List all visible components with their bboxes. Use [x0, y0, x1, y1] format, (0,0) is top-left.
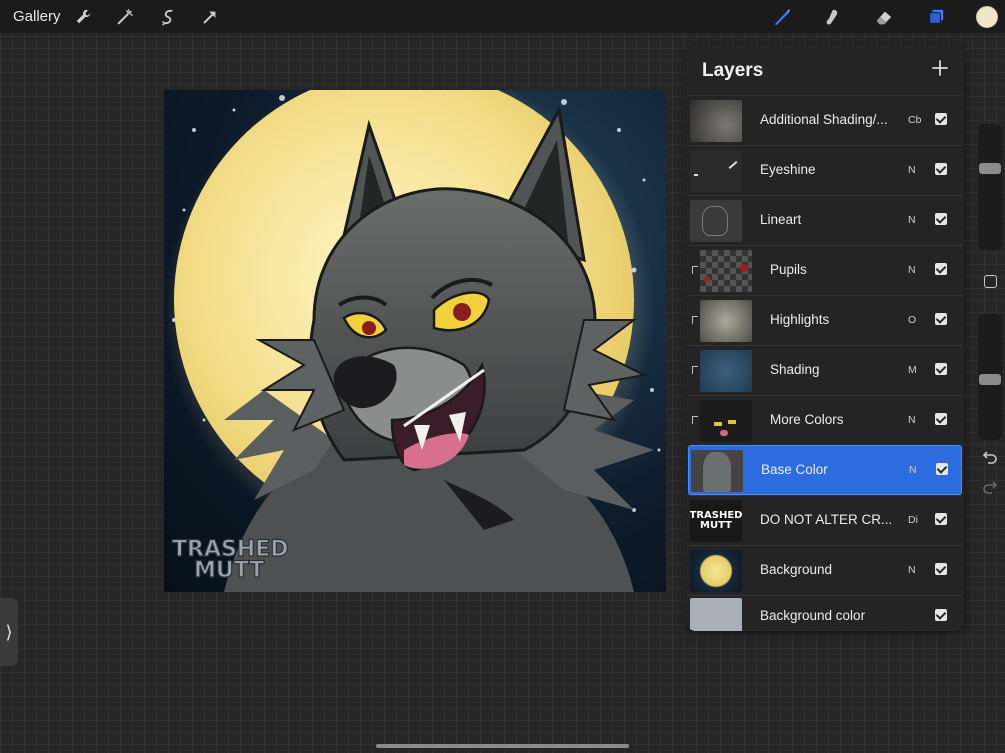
blend-mode-button[interactable]: M — [908, 364, 917, 376]
layer-thumbnail[interactable] — [690, 200, 742, 242]
eraser-icon — [876, 11, 892, 25]
brush-size-slider[interactable] — [978, 124, 1002, 250]
layer-row[interactable]: More Colors N — [688, 395, 962, 445]
blend-mode-button[interactable]: N — [908, 214, 916, 226]
layer-thumbnail[interactable] — [691, 450, 743, 492]
add-layer-icon[interactable] — [929, 57, 951, 79]
layer-thumbnail[interactable] — [700, 300, 752, 342]
smudge-tool-button[interactable] — [819, 4, 845, 30]
eraser-tool-button[interactable] — [871, 4, 897, 30]
layer-visibility-checkbox[interactable] — [935, 163, 947, 175]
brush-sidebar — [976, 124, 1004, 504]
layer-row[interactable]: Pupils N — [688, 245, 962, 295]
brush-icon — [774, 8, 791, 26]
layers-icon — [929, 9, 944, 24]
layer-name: Background — [760, 562, 833, 577]
blend-mode-button[interactable]: Cb — [908, 114, 921, 126]
color-picker-button[interactable] — [976, 6, 998, 28]
layers-panel: Layers Additional Shading/... Cb Eyeshine N… — [686, 45, 964, 631]
actions-button[interactable] — [70, 4, 96, 30]
layer-visibility-checkbox[interactable] — [935, 513, 947, 525]
watermark-text: MUTT — [194, 558, 264, 583]
canvas-artwork[interactable]: TRASHED MUTT — [164, 90, 666, 592]
layer-visibility-checkbox[interactable] — [935, 413, 947, 425]
blend-mode-button[interactable]: N — [908, 564, 916, 576]
layer-name: More Colors — [770, 412, 844, 427]
top-toolbar: Gallery — [0, 0, 1005, 33]
layer-thumbnail[interactable] — [690, 598, 742, 631]
layer-row[interactable]: Additional Shading/... Cb — [688, 95, 962, 145]
clipping-mask-icon — [692, 266, 698, 274]
layers-tool-button[interactable] — [923, 4, 949, 30]
layer-row[interactable]: Highlights O — [688, 295, 962, 345]
chevron-right-icon: ⟩ — [5, 621, 13, 642]
home-indicator[interactable] — [376, 744, 629, 748]
layer-row[interactable]: Lineart N — [688, 195, 962, 245]
wrench-icon — [76, 9, 91, 24]
layer-thumbnail[interactable] — [700, 250, 752, 292]
brush-opacity-slider[interactable] — [978, 314, 1002, 440]
blend-mode-button[interactable]: N — [908, 264, 916, 276]
layer-row[interactable]: Base Color N — [688, 445, 962, 495]
clipping-mask-icon — [692, 416, 698, 424]
layer-visibility-checkbox[interactable] — [935, 313, 947, 325]
eyedropper-button[interactable] — [984, 275, 997, 288]
brush-opacity-knob[interactable] — [979, 374, 1001, 385]
layer-name: Additional Shading/... — [760, 112, 888, 127]
layer-visibility-checkbox[interactable] — [935, 113, 947, 125]
blend-mode-button[interactable]: N — [908, 164, 916, 176]
layer-visibility-checkbox[interactable] — [936, 463, 948, 475]
smudge-icon — [826, 9, 838, 25]
layer-name: Pupils — [770, 262, 807, 277]
magic-wand-icon — [117, 9, 133, 25]
selection-icon — [162, 9, 173, 26]
layer-thumbnail[interactable] — [690, 150, 742, 192]
blend-mode-button[interactable]: Di — [908, 514, 918, 526]
layer-visibility-checkbox[interactable] — [935, 213, 947, 225]
layer-visibility-checkbox[interactable] — [935, 563, 947, 575]
layer-visibility-checkbox[interactable] — [935, 363, 947, 375]
gallery-button[interactable]: Gallery — [13, 8, 61, 25]
brush-tool-button[interactable] — [769, 4, 795, 30]
transform-icon — [203, 11, 216, 24]
layer-thumbnail[interactable] — [700, 400, 752, 442]
layer-visibility-checkbox[interactable] — [935, 263, 947, 275]
sidebar-toggle[interactable]: ⟩ — [0, 598, 18, 666]
layer-row[interactable]: Eyeshine N — [688, 145, 962, 195]
layer-name: Lineart — [760, 212, 802, 227]
adjustments-button[interactable] — [112, 4, 138, 30]
undo-icon[interactable] — [982, 448, 998, 464]
layer-thumbnail[interactable] — [690, 100, 742, 142]
layer-name: Highlights — [770, 312, 830, 327]
redo-icon[interactable] — [982, 478, 998, 494]
layer-name: Background color — [760, 608, 866, 623]
layer-name: DO NOT ALTER CR... — [760, 512, 893, 527]
layer-name: Eyeshine — [760, 162, 816, 177]
layer-name: Base Color — [761, 462, 828, 477]
transform-button[interactable] — [197, 4, 223, 30]
blend-mode-button[interactable]: N — [909, 464, 917, 476]
layer-thumbnail[interactable] — [700, 350, 752, 392]
layer-row[interactable]: Shading M — [688, 345, 962, 395]
brush-size-knob[interactable] — [979, 163, 1001, 174]
clipping-mask-icon — [692, 366, 698, 374]
layer-thumbnail[interactable] — [690, 550, 742, 592]
layer-thumbnail[interactable]: TRASHED MUTT — [690, 500, 742, 542]
layer-row[interactable]: TRASHED MUTT DO NOT ALTER CR... Di — [688, 495, 962, 545]
layer-row[interactable]: Background color — [688, 595, 962, 631]
layers-title: Layers — [702, 60, 764, 81]
werewolf-illustration: TRASHED MUTT — [164, 90, 661, 592]
blend-mode-button[interactable]: O — [908, 314, 916, 326]
layer-row[interactable]: Background N — [688, 545, 962, 595]
selection-button[interactable] — [155, 4, 181, 30]
layer-name: Shading — [770, 362, 820, 377]
layer-visibility-checkbox[interactable] — [935, 609, 947, 621]
blend-mode-button[interactable]: N — [908, 414, 916, 426]
clipping-mask-icon — [692, 316, 698, 324]
